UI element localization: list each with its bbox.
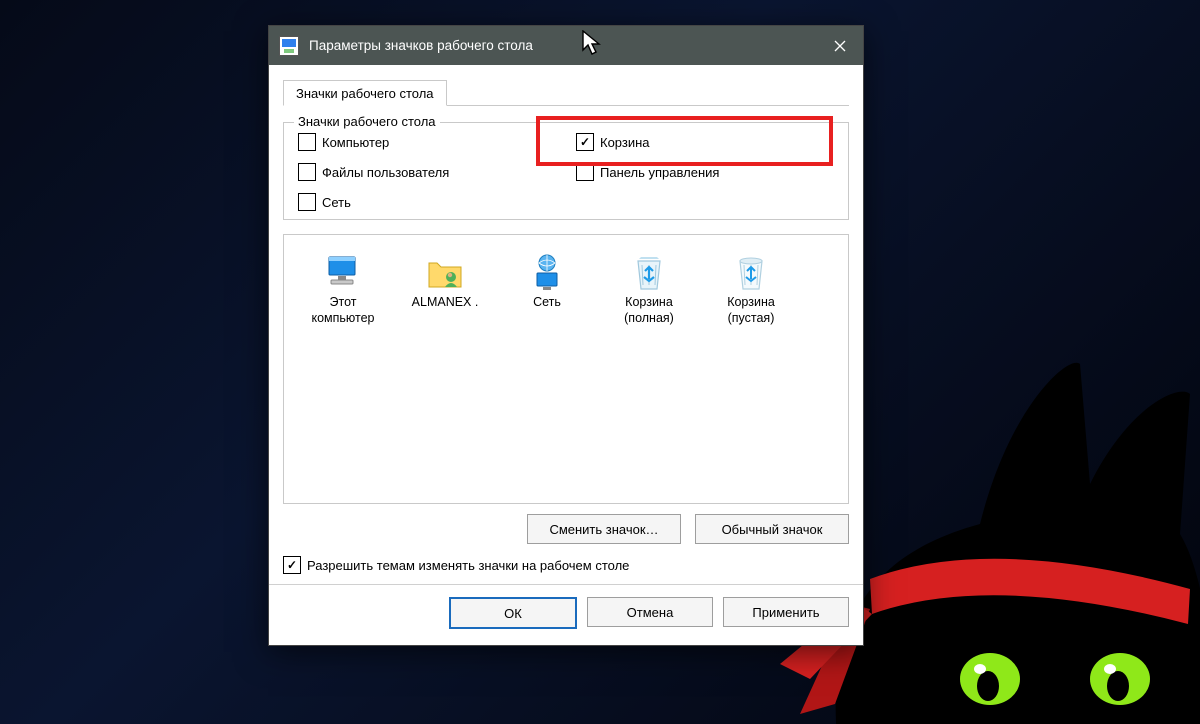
change-icon-button[interactable]: Сменить значок… — [527, 514, 681, 544]
group-title: Значки рабочего стола — [294, 114, 440, 129]
icon-item-recycle-empty[interactable]: Корзина(пустая) — [700, 253, 802, 327]
checkbox-label: Корзина — [600, 135, 650, 150]
icon-item-recycle-full[interactable]: Корзина(полная) — [598, 253, 700, 327]
recycle-bin-empty-icon — [729, 253, 773, 293]
network-icon — [525, 253, 569, 293]
icon-preview-box: Этоткомпьютер ALMANEX . — [283, 234, 849, 504]
checkbox-user-files[interactable]: Файлы пользователя — [298, 163, 556, 181]
checkbox-label: Файлы пользователя — [322, 165, 449, 180]
checkbox-icon — [298, 163, 316, 181]
dialog-footer: ОК Отмена Применить — [269, 584, 863, 645]
ok-button[interactable]: ОК — [449, 597, 577, 629]
app-icon — [279, 36, 299, 56]
titlebar[interactable]: Параметры значков рабочего стола — [269, 26, 863, 65]
tab-row: Значки рабочего стола — [283, 77, 849, 106]
checkbox-icon — [283, 556, 301, 574]
checkbox-label: Компьютер — [322, 135, 389, 150]
checkbox-icon — [298, 193, 316, 211]
desktop-icon-settings-dialog: Параметры значков рабочего стола Значки … — [268, 25, 864, 646]
computer-icon — [321, 253, 365, 293]
recycle-bin-full-icon — [627, 253, 671, 293]
restore-default-button[interactable]: Обычный значок — [695, 514, 849, 544]
icon-item-network[interactable]: Сеть — [496, 253, 598, 327]
checkbox-computer[interactable]: Компьютер — [298, 133, 556, 151]
icon-label: Этоткомпьютер — [311, 295, 374, 327]
allow-themes-checkbox[interactable]: Разрешить темам изменять значки на рабоч… — [283, 556, 849, 574]
checkbox-network[interactable]: Сеть — [298, 193, 556, 211]
checkbox-icon — [576, 133, 594, 151]
tab-desktop-icons[interactable]: Значки рабочего стола — [283, 80, 447, 106]
close-button[interactable] — [817, 26, 863, 65]
apply-button[interactable]: Применить — [723, 597, 849, 627]
checkbox-label: Сеть — [322, 195, 351, 210]
checkbox-control-panel[interactable]: Панель управления — [576, 163, 834, 181]
checkbox-label: Разрешить темам изменять значки на рабоч… — [307, 558, 629, 573]
checkbox-label: Панель управления — [600, 165, 719, 180]
checkbox-icon — [298, 133, 316, 151]
icon-label: Корзина(полная) — [624, 295, 674, 327]
icon-item-this-pc[interactable]: Этоткомпьютер — [292, 253, 394, 327]
checkbox-recycle-bin[interactable]: Корзина — [576, 133, 834, 151]
close-icon — [834, 40, 846, 52]
icon-label: ALMANEX . — [412, 295, 479, 327]
cancel-button[interactable]: Отмена — [587, 597, 713, 627]
icon-label: Сеть — [533, 295, 561, 327]
window-title: Параметры значков рабочего стола — [309, 38, 817, 53]
user-folder-icon — [423, 253, 467, 293]
group-desktop-icons: Значки рабочего стола Компьютер Корзина … — [283, 122, 849, 220]
icon-label: Корзина(пустая) — [727, 295, 775, 327]
checkbox-icon — [576, 163, 594, 181]
icon-item-user[interactable]: ALMANEX . — [394, 253, 496, 327]
